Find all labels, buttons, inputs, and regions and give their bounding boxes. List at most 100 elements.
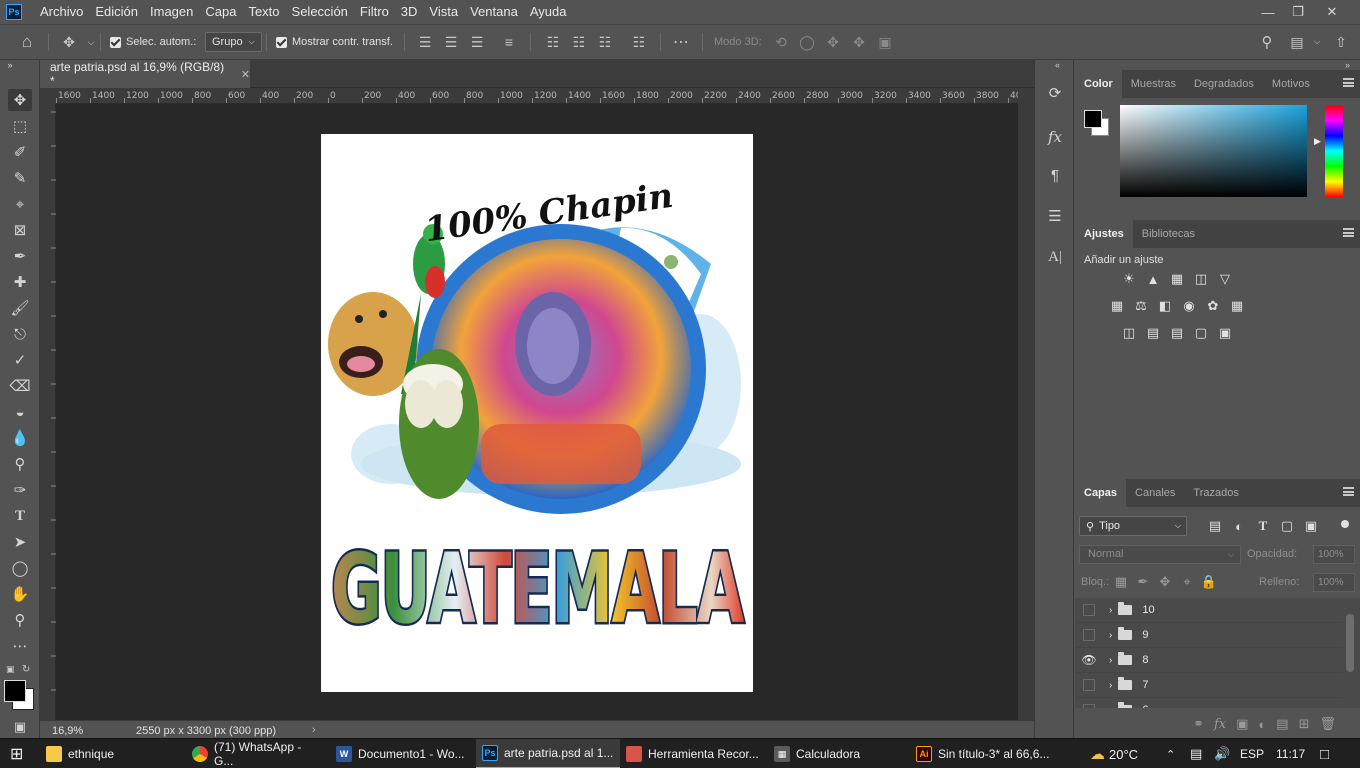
show-transform-checkbox[interactable]: Mostrar contr. transf. [276, 25, 393, 59]
type-tool-icon[interactable]: T [8, 505, 32, 527]
menu-ventana[interactable]: Ventana [464, 0, 524, 24]
color-field[interactable] [1120, 105, 1307, 197]
restore-button[interactable]: ❐ [1282, 0, 1314, 24]
default-colors-icon[interactable]: ▣ [6, 664, 15, 675]
collapse-icon[interactable]: » [4, 60, 16, 70]
filter-toggle-icon[interactable] [1341, 520, 1349, 528]
align-right-icon[interactable]: ☰ [468, 33, 486, 51]
home-icon[interactable]: ⌂ [18, 32, 36, 51]
trash-icon[interactable]: 🗑 [1319, 716, 1336, 732]
opacity-input[interactable]: 100% [1313, 545, 1355, 564]
frame-tool-icon[interactable]: ⊠ [8, 219, 32, 241]
more-tools-icon[interactable]: ⋯ [8, 635, 32, 657]
brightness-icon[interactable]: ☀ [1121, 271, 1137, 287]
crop-tool-icon[interactable]: ⌖ [8, 193, 32, 215]
new-layer-icon[interactable]: ⊞ [1299, 716, 1310, 732]
eraser-tool-icon[interactable]: ⌫ [8, 375, 32, 397]
layer-row[interactable]: › 6 [1075, 698, 1343, 708]
foreground-color-swatch[interactable] [4, 680, 26, 702]
filter-smart-object-icon[interactable]: ▣ [1303, 518, 1319, 534]
hue-pointer-icon[interactable]: ▶ [1314, 136, 1321, 147]
black-white-icon[interactable]: ◧ [1157, 298, 1173, 314]
taskbar-item[interactable]: ethnique [40, 739, 186, 768]
properties-icon[interactable]: ☰ [1044, 205, 1066, 227]
menu-3d[interactable]: 3D [395, 0, 424, 24]
menu-archivo[interactable]: Archivo [34, 0, 89, 24]
layer-filter-dropdown[interactable]: ⚲ Tipo ⌵ [1079, 516, 1187, 536]
network-icon[interactable]: ▤ [1184, 739, 1208, 768]
adjustment-layer-icon[interactable]: ◐ [1258, 717, 1266, 732]
panel-menu-icon[interactable] [1343, 78, 1354, 87]
close-tab-icon[interactable]: ✕ [241, 68, 250, 81]
ellipse-tool-icon[interactable]: ◯ [8, 557, 32, 579]
tab-ajustes[interactable]: Ajustes [1075, 220, 1133, 248]
photo-filter-icon[interactable]: ◉ [1181, 298, 1197, 314]
workspace-icon[interactable]: ▤ [1288, 33, 1306, 51]
paint-bucket-tool-icon[interactable]: ◒ [8, 401, 32, 423]
tab-motivos[interactable]: Motivos [1263, 70, 1319, 98]
eyedropper-tool-icon[interactable]: ✒ [8, 245, 32, 267]
chevron-right-icon[interactable]: › [1109, 605, 1112, 616]
tab-bibliotecas[interactable]: Bibliotecas [1133, 220, 1204, 248]
hue-slider[interactable] [1325, 105, 1343, 197]
menu-ayuda[interactable]: Ayuda [524, 0, 573, 24]
tab-color[interactable]: Color [1075, 70, 1122, 98]
tab-degradados[interactable]: Degradados [1185, 70, 1263, 98]
chevron-down-icon[interactable]: ⌵ [82, 33, 100, 51]
quick-mask-icon[interactable]: ▣ [8, 716, 32, 738]
layers-scrollbar[interactable] [1346, 614, 1354, 672]
history-brush-tool-icon[interactable]: ✓ [8, 349, 32, 371]
volume-icon[interactable]: 🔊 [1208, 739, 1236, 768]
chevron-right-icon[interactable]: › [1109, 655, 1112, 666]
move-tool-icon[interactable]: ✥ [60, 33, 78, 51]
zoom-tool-icon[interactable]: ⚲ [8, 609, 32, 631]
quick-select-tool-icon[interactable]: ✎ [8, 167, 32, 189]
new-group-icon[interactable]: ▤ [1276, 716, 1288, 732]
align-top-icon[interactable]: ☷ [544, 33, 562, 51]
eye-icon[interactable]: 👁 [1081, 653, 1096, 667]
move-tool-icon[interactable]: ✥ [8, 89, 32, 111]
tab-muestras[interactable]: Muestras [1122, 70, 1185, 98]
visibility-toggle[interactable] [1083, 604, 1095, 616]
blur-tool-icon[interactable]: 💧 [8, 427, 32, 449]
character-icon[interactable]: A| [1044, 246, 1066, 268]
chevron-right-icon[interactable]: › [312, 724, 316, 736]
menu-texto[interactable]: Texto [242, 0, 285, 24]
pen-tool-icon[interactable]: ✑ [8, 479, 32, 501]
taskbar-item[interactable]: Herramienta Recor... [620, 739, 768, 768]
layer-row[interactable]: 👁 › 8 [1075, 648, 1343, 673]
paragraph-icon[interactable]: ¶ [1044, 164, 1066, 186]
link-layers-icon[interactable]: ⚭ [1193, 716, 1204, 732]
menu-seleccion[interactable]: Selección [286, 0, 354, 24]
blend-mode-dropdown[interactable]: Normal ⌵ [1079, 545, 1241, 564]
tab-trazados[interactable]: Trazados [1184, 479, 1247, 507]
hand-tool-icon[interactable]: ✋ [8, 583, 32, 605]
document-canvas[interactable]: 100% Chapin GUATEMALA [321, 134, 753, 692]
lock-artboard-icon[interactable]: ⌖ [1179, 574, 1195, 590]
menu-filtro[interactable]: Filtro [354, 0, 395, 24]
collapse-icon[interactable]: » [1345, 60, 1350, 70]
panel-menu-icon[interactable] [1343, 487, 1354, 496]
healing-brush-tool-icon[interactable]: ✚ [8, 271, 32, 293]
chevron-right-icon[interactable]: › [1109, 630, 1112, 641]
fill-input[interactable]: 100% [1313, 573, 1355, 592]
invert-icon[interactable]: ◫ [1121, 325, 1137, 341]
chevron-down-icon[interactable]: ⌵ [1308, 33, 1326, 51]
layer-mask-icon[interactable]: ▣ [1236, 716, 1248, 732]
vibrance-icon[interactable]: ▽ [1217, 271, 1233, 287]
menu-capa[interactable]: Capa [199, 0, 242, 24]
threshold-icon[interactable]: ▤ [1169, 325, 1185, 341]
checkbox-checked-icon[interactable] [276, 36, 287, 48]
fx-icon[interactable]: fx [1044, 126, 1066, 148]
history-icon[interactable]: ⟳ [1044, 82, 1066, 104]
align-middle-icon[interactable]: ☷ [570, 33, 588, 51]
panel-menu-icon[interactable] [1343, 228, 1354, 237]
curves-icon[interactable]: ▦ [1169, 271, 1185, 287]
foreground-color-swatch[interactable] [1084, 110, 1102, 128]
layer-row[interactable]: › 7 [1075, 673, 1343, 698]
distribute-vertical-icon[interactable]: ☷ [630, 33, 648, 51]
lasso-tool-icon[interactable]: ✐ [8, 141, 32, 163]
filter-adjustment-icon[interactable]: ◐ [1231, 518, 1247, 534]
auto-select-dropdown[interactable]: Grupo ⌵ [205, 32, 262, 52]
visibility-toggle[interactable] [1083, 704, 1095, 708]
